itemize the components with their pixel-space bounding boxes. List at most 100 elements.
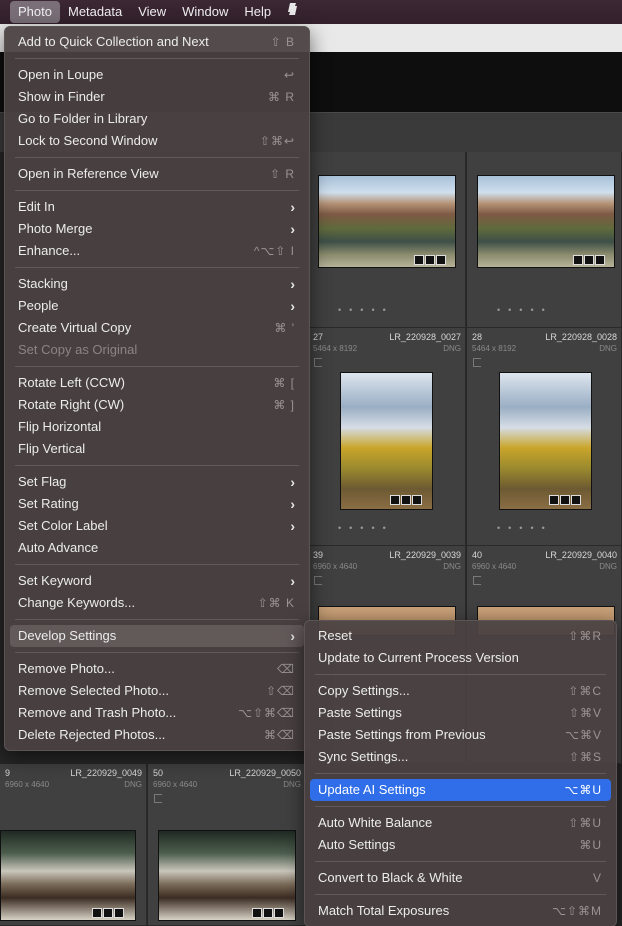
grid-cell[interactable]: 27 LR_220928_0027 5464 x 8192 DNG ••••• — [308, 328, 466, 546]
menu-item-label: Add to Quick Collection and Next — [18, 34, 209, 49]
menu-item-label: Develop Settings — [18, 628, 117, 643]
menu-separator — [15, 157, 299, 158]
submenu-item-update-ai-settings[interactable]: Update AI Settings ⌥⌘U — [310, 779, 611, 801]
rating-dots[interactable]: ••••• — [497, 523, 553, 533]
menu-item-flip-vertical[interactable]: Flip Vertical — [5, 438, 309, 460]
menu-item-add-quick-collection[interactable]: Add to Quick Collection and Next ⇧ B — [5, 31, 309, 53]
submenu-item-update-process-version[interactable]: Update to Current Process Version — [305, 647, 616, 669]
menu-item-photo-merge[interactable]: Photo Merge › — [5, 218, 309, 240]
rating-dots[interactable]: ••••• — [338, 523, 394, 533]
menu-item-set-color-label[interactable]: Set Color Label › — [5, 515, 309, 537]
menu-item-rotate-left[interactable]: Rotate Left (CCW) ⌘ [ — [5, 372, 309, 394]
menu-item-label: Paste Settings from Previous — [318, 727, 486, 742]
menu-separator — [15, 564, 299, 565]
menu-separator — [15, 465, 299, 466]
submenu-item-auto-settings[interactable]: Auto Settings ⌘U — [305, 834, 616, 856]
menu-item-label: Photo Merge — [18, 221, 93, 236]
menu-item-label: Open in Loupe — [18, 67, 104, 82]
menu-item-rotate-right[interactable]: Rotate Right (CW) ⌘ ] — [5, 394, 309, 416]
menu-item-open-in-loupe[interactable]: Open in Loupe ↩ — [5, 64, 309, 86]
menu-item-label: People — [18, 298, 59, 313]
menu-metadata[interactable]: Metadata — [60, 0, 130, 24]
menu-item-remove-selected-photo[interactable]: Remove Selected Photo... ⇧⌫ — [5, 680, 309, 702]
menu-item-edit-in[interactable]: Edit In › — [5, 196, 309, 218]
cell-extension: DNG — [124, 780, 142, 789]
menu-item-remove-and-trash[interactable]: Remove and Trash Photo... ⌥⇧⌘⌫ — [5, 702, 309, 724]
menu-item-shortcut: ⌘ R — [268, 90, 295, 104]
flag-icon[interactable] — [314, 576, 322, 585]
menu-item-set-rating[interactable]: Set Rating › — [5, 493, 309, 515]
script-icon[interactable] — [279, 0, 307, 24]
menu-view[interactable]: View — [130, 0, 174, 24]
menu-window[interactable]: Window — [174, 0, 236, 24]
submenu-item-paste-settings[interactable]: Paste Settings ⇧⌘V — [305, 702, 616, 724]
flag-icon[interactable] — [473, 358, 481, 367]
menu-item-stacking[interactable]: Stacking › — [5, 273, 309, 295]
flag-icon[interactable] — [473, 576, 481, 585]
menu-separator — [315, 773, 606, 774]
menu-item-label: Remove Selected Photo... — [18, 683, 170, 698]
menu-item-label: Edit In — [18, 199, 55, 214]
grid-cell[interactable]: 50 LR_220929_0050 6960 x 4640 DNG — [148, 764, 306, 926]
menu-item-set-keyword[interactable]: Set Keyword › — [5, 570, 309, 592]
submenu-item-reset[interactable]: Reset ⇧⌘R — [305, 625, 616, 647]
menu-item-lock-second-window[interactable]: Lock to Second Window ⇧⌘↩ — [5, 130, 309, 152]
menu-item-label: Rotate Right (CW) — [18, 397, 125, 412]
menu-item-change-keywords[interactable]: Change Keywords... ⇧⌘ K — [5, 592, 309, 614]
menu-item-label: Auto White Balance — [318, 815, 433, 830]
menu-item-label: Reset — [318, 628, 352, 643]
cell-filename: LR_220929_0049 — [70, 768, 142, 778]
menu-item-enhance[interactable]: Enhance... ^⌥⇧ I — [5, 240, 309, 262]
menu-item-auto-advance[interactable]: Auto Advance — [5, 537, 309, 559]
menu-item-shortcut: ⇧⌘U — [568, 816, 602, 830]
submenu-item-match-total-exposures[interactable]: Match Total Exposures ⌥⇧⌘M — [305, 900, 616, 922]
menu-item-label: Update AI Settings — [318, 782, 426, 797]
menu-item-remove-photo[interactable]: Remove Photo... ⌫ — [5, 658, 309, 680]
menu-photo[interactable]: Photo — [10, 1, 60, 23]
menu-item-open-reference-view[interactable]: Open in Reference View ⇧ R — [5, 163, 309, 185]
chevron-right-icon: › — [290, 518, 295, 534]
menu-item-set-copy-as-original: Set Copy as Original — [5, 339, 309, 361]
cell-filename: LR_220928_0028 — [545, 332, 617, 342]
photo-menu: Add to Quick Collection and Next ⇧ B Open… — [4, 26, 310, 751]
menu-item-show-in-finder[interactable]: Show in Finder ⌘ R — [5, 86, 309, 108]
flag-icon[interactable] — [314, 358, 322, 367]
menu-help[interactable]: Help — [236, 0, 279, 24]
thumbnail-image[interactable] — [499, 372, 592, 510]
submenu-item-sync-settings[interactable]: Sync Settings... ⇧⌘S — [305, 746, 616, 768]
menu-item-label: Lock to Second Window — [18, 133, 158, 148]
menu-item-people[interactable]: People › — [5, 295, 309, 317]
menu-item-label: Update to Current Process Version — [318, 650, 519, 665]
menu-item-develop-settings[interactable]: Develop Settings › — [10, 625, 304, 647]
flag-icon[interactable] — [154, 794, 162, 803]
menu-item-create-virtual-copy[interactable]: Create Virtual Copy ⌘ ' — [5, 317, 309, 339]
grid-cell[interactable]: 9 LR_220929_0049 6960 x 4640 DNG — [0, 764, 147, 926]
cell-number: 50 — [153, 768, 164, 778]
menu-item-flip-horizontal[interactable]: Flip Horizontal — [5, 416, 309, 438]
rating-dots[interactable]: ••••• — [497, 305, 553, 315]
menu-item-shortcut: ⇧⌘↩ — [259, 134, 295, 148]
submenu-item-copy-settings[interactable]: Copy Settings... ⇧⌘C — [305, 680, 616, 702]
menu-item-delete-rejected[interactable]: Delete Rejected Photos... ⌘⌫ — [5, 724, 309, 746]
grid-cell[interactable]: ••••• — [308, 152, 466, 328]
menu-item-shortcut: ↩ — [283, 68, 295, 82]
rating-dots[interactable]: ••••• — [338, 305, 394, 315]
menu-separator — [315, 894, 606, 895]
thumbnail-badges — [414, 255, 446, 265]
menu-item-go-to-folder[interactable]: Go to Folder in Library — [5, 108, 309, 130]
thumbnail-image[interactable] — [340, 372, 433, 510]
submenu-item-convert-bw[interactable]: Convert to Black & White V — [305, 867, 616, 889]
menu-separator — [15, 652, 299, 653]
grid-cell[interactable]: 28 LR_220928_0028 5464 x 8192 DNG ••••• — [467, 328, 622, 546]
menu-item-shortcut: ⌘ ] — [273, 398, 295, 412]
menu-item-set-flag[interactable]: Set Flag › — [5, 471, 309, 493]
menu-item-label: Rotate Left (CCW) — [18, 375, 125, 390]
cell-extension: DNG — [443, 344, 461, 353]
cell-filename: LR_220929_0050 — [229, 768, 301, 778]
grid-cell[interactable]: ••••• — [467, 152, 622, 328]
submenu-item-paste-from-previous[interactable]: Paste Settings from Previous ⌥⌘V — [305, 724, 616, 746]
menu-item-shortcut: ⌫ — [277, 662, 295, 676]
cell-number: 40 — [472, 550, 483, 560]
submenu-item-auto-white-balance[interactable]: Auto White Balance ⇧⌘U — [305, 812, 616, 834]
chevron-right-icon: › — [290, 496, 295, 512]
